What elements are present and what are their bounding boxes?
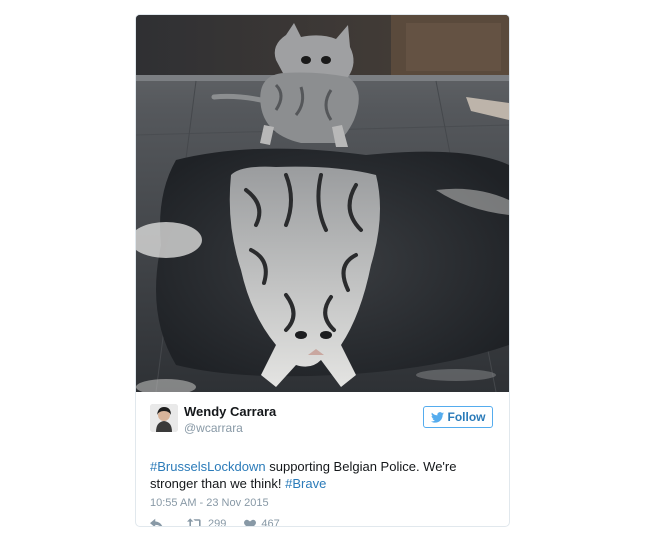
retweet-count: 299: [208, 518, 227, 527]
tweet-card: Wendy Carrara @wcarrara Follow #Brussels…: [135, 14, 510, 527]
twitter-bird-icon: [430, 411, 444, 423]
tweet-footer: Wendy Carrara @wcarrara Follow #Brussels…: [136, 392, 509, 527]
retweet-button[interactable]: 299: [187, 518, 227, 527]
tweet-photo[interactable]: [136, 15, 509, 392]
hashtag-brave[interactable]: #Brave: [285, 476, 326, 491]
kitten-tiger-reflection-image: [136, 15, 509, 392]
tweet-timestamp[interactable]: 10:55 AM - 23 Nov 2015: [150, 497, 269, 509]
like-count: 467: [261, 518, 280, 527]
heart-icon: [244, 519, 257, 526]
author-name[interactable]: Wendy Carrara: [184, 404, 276, 419]
tweet-text: #BrusselsLockdown supporting Belgian Pol…: [150, 458, 495, 492]
reply-icon: [150, 518, 163, 526]
tweet-actions: 299 467: [150, 518, 298, 527]
follow-button[interactable]: Follow: [423, 406, 493, 428]
avatar-photo: [150, 404, 178, 432]
author-handle[interactable]: @wcarrara: [184, 421, 243, 435]
reply-button[interactable]: [150, 518, 169, 526]
follow-label: Follow: [447, 410, 486, 424]
hashtag-brusselslockdown[interactable]: #BrusselsLockdown: [150, 459, 266, 474]
avatar[interactable]: [150, 404, 178, 432]
like-button[interactable]: 467: [244, 518, 280, 527]
retweet-icon: [187, 518, 201, 526]
